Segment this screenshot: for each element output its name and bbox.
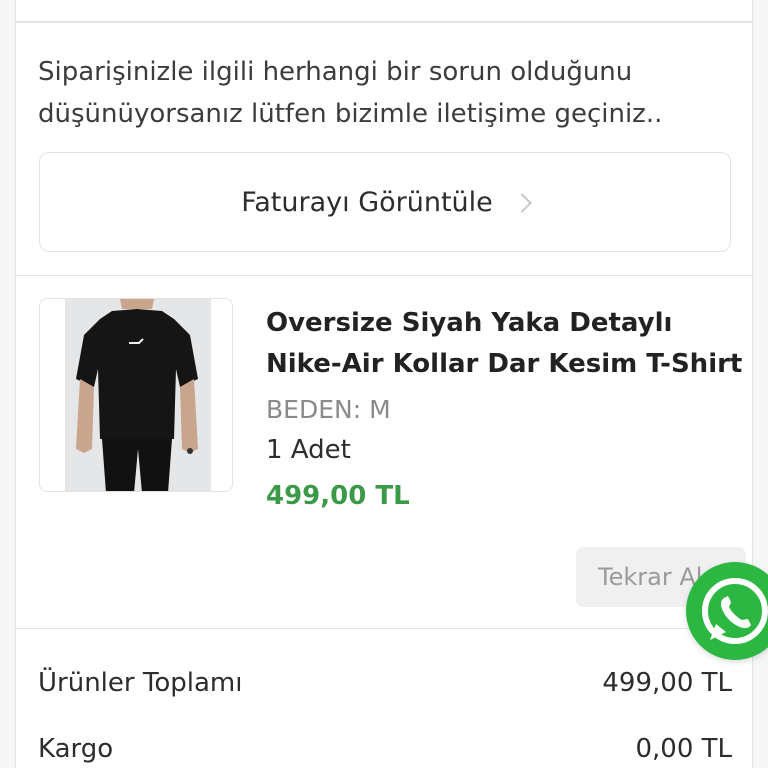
product-size: BEDEN: M (266, 395, 391, 424)
summary-value: 499,00 TL (602, 668, 732, 698)
whatsapp-chat-button[interactable] (686, 562, 768, 660)
view-invoice-label: Faturayı Görüntüle (241, 186, 493, 218)
product-name[interactable]: Oversize Siyah Yaka Detaylı Nike-Air Kol… (266, 303, 746, 385)
summary-label: Kargo (38, 734, 114, 764)
summary-row-shipping: Kargo 0,00 TL (38, 734, 732, 764)
order-detail-card: Siparişinizle ilgili herhangi bir sorun … (15, 22, 753, 768)
summary-label: Ürünler Toplamı (38, 668, 243, 698)
chevron-right-icon (511, 193, 532, 213)
summary-value: 0,00 TL (635, 734, 732, 764)
whatsapp-icon (702, 578, 768, 644)
product-photo-tshirt (40, 299, 232, 491)
section-divider (16, 275, 752, 276)
support-notice: Siparişinizle ilgili herhangi bir sorun … (38, 57, 663, 129)
summary-divider (16, 628, 752, 629)
product-image[interactable] (39, 298, 233, 492)
product-price: 499,00 TL (266, 481, 410, 511)
summary-row-products-total: Ürünler Toplamı 499,00 TL (38, 668, 732, 698)
product-quantity: 1 Adet (266, 435, 351, 465)
view-invoice-button[interactable]: Faturayı Görüntüle (39, 152, 731, 252)
order-detail-page: Siparişinizle ilgili herhangi bir sorun … (0, 0, 768, 768)
previous-section-card (15, 0, 753, 22)
